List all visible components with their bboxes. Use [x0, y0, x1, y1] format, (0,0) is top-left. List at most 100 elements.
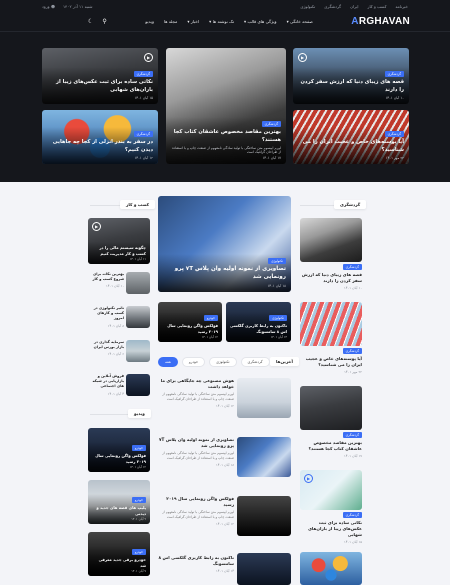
section-title-tourism[interactable]: گردشگری [334, 200, 367, 209]
business-feature[interactable]: ▶ چگونه سیستم مالی را در کسب و کار مدیری… [88, 218, 150, 264]
category-badge[interactable]: گردشگری [384, 71, 404, 78]
category-badge[interactable]: گردشگری [342, 432, 362, 438]
tourism-item-image[interactable] [300, 386, 362, 430]
tab-tech[interactable]: تکنولوژی [209, 357, 237, 367]
business-thumb[interactable] [126, 374, 150, 396]
category-badge[interactable]: خودرو [131, 497, 146, 504]
list-item-excerpt: لورم ایپسوم متن ساختگی با تولید سادگی نا… [162, 392, 234, 402]
tourism-item-image[interactable]: ▶ [300, 470, 362, 510]
business-thumb[interactable] [126, 340, 150, 362]
tourism-item-image[interactable] [300, 302, 362, 346]
category-badge[interactable]: خودرو [131, 549, 146, 556]
category-badge[interactable]: گردشگری [342, 512, 362, 518]
top-link[interactable]: ایران [350, 4, 358, 9]
tourism-item-image[interactable] [300, 552, 362, 585]
feature-article[interactable]: تکنولوژی تصاویری از نمونه اولیه وان پلاس… [158, 196, 291, 292]
hero-card-left-bottom[interactable]: گردشگری در سفر به بندر انزلی از کجا چه ج… [42, 110, 158, 164]
card-date: ۱۷ آبان ۱۴۰۱ [262, 156, 281, 160]
business-thumb[interactable] [126, 306, 150, 328]
play-icon[interactable]: ▶ [298, 53, 307, 62]
nav-item-video[interactable]: ویدیو [145, 19, 154, 24]
login-label: ورود [42, 3, 50, 9]
nav-item-home[interactable]: صفحه خانگی ▾ [287, 19, 313, 24]
hero-card-right-bottom[interactable]: گردشگری آیا پوسته‌های خاص و عجیب ایران ر… [293, 110, 409, 164]
card-title[interactable]: قصه های زیبای دنیا که ارزش سفر کردن را د… [298, 79, 405, 94]
category-badge[interactable]: گردشگری [133, 131, 153, 138]
site-logo[interactable]: ARGHAVAN [351, 16, 410, 27]
business-item-title[interactable]: بهترین نکات برای شروع کسب و کار [88, 272, 124, 282]
business-item-title[interactable]: سرمایه گذاری در بازار بورس ایران [88, 340, 124, 350]
list-item-title[interactable]: تاکنون به رابط کاربری گلکسی اس ۸ سامسونگ [158, 555, 234, 567]
video-title[interactable]: خودرو برقی جدید معرفی شد [92, 557, 146, 568]
moon-icon[interactable]: ☾ [88, 18, 93, 25]
hero-card-left-top[interactable]: ▶ گردشگری نکاتی ساده برای ثبت عکس‌های زی… [42, 48, 158, 104]
search-icon[interactable]: ⚲ [102, 18, 106, 25]
tab-all[interactable]: همه [158, 357, 178, 367]
top-link[interactable]: گردشگری [324, 4, 341, 9]
list-item-title[interactable]: هوش مصنوعی چه جایگاهی برای ما خواهد داشت [158, 378, 234, 390]
category-badge[interactable]: گردشگری [384, 131, 404, 138]
card-title[interactable]: در سفر به بندر انزلی از کجا چه جاهایی دی… [47, 139, 153, 154]
category-badge[interactable]: خودرو [203, 315, 218, 322]
play-icon[interactable]: ▶ [92, 222, 101, 231]
nav-item-news[interactable]: اخبار ▾ [187, 19, 199, 24]
video-title[interactable]: پلیپ های قصه های جدید و دیدنی [92, 505, 146, 516]
card-title[interactable]: آیا پوسته‌های خاص و عجیب ایران را می شنا… [298, 139, 404, 154]
section-title-video[interactable]: ویدیو [128, 409, 151, 418]
category-badge[interactable]: تکنولوژی [269, 315, 287, 322]
tourism-item-title[interactable]: آیا پوسته‌های خاص و عجیب ایران را می شنا… [300, 356, 362, 368]
business-item: بهترین نکات برای شروع کسب و کار ۱۰ آبان … [88, 272, 124, 288]
video-card[interactable]: خودرو فولکس واگن رونمایی سال ۲۰۱۹ رسید ۱… [88, 428, 150, 472]
tourism-item-title[interactable]: نکاتی ساده برای ثبت عکس‌های زیبا از بارا… [300, 520, 362, 538]
video-date: ۹ آبان ۱۴۰۱ [131, 517, 146, 521]
video-card[interactable]: خودرو پلیپ های قصه های جدید و دیدنی ۹ آب… [88, 480, 150, 524]
nav-item-magazines[interactable]: مجله ها [164, 19, 177, 24]
play-icon[interactable]: ▶ [144, 53, 153, 62]
business-thumb[interactable] [126, 272, 150, 294]
card-title[interactable]: نکاتی ساده برای ثبت عکس‌های زیبا از بارا… [47, 79, 153, 94]
video-card[interactable]: خودرو خودرو برقی جدید معرفی شد ۷ آبان ۱۴… [88, 532, 150, 576]
pair-title[interactable]: فولکس واگن رونمایی سال ۲۰۱۹ رسید [162, 323, 218, 334]
pair-article[interactable]: تکنولوژی تاکنون به رابط کاربری گلکسی اس … [226, 302, 291, 342]
section-title-latest[interactable]: آخرین‌ها [270, 357, 299, 366]
category-badge[interactable]: گردشگری [261, 121, 281, 128]
category-badge[interactable]: گردشگری [342, 264, 362, 270]
hero-card-right-top[interactable]: ▶ گردشگری قصه های زیبای دنیا که ارزش سفر… [293, 48, 409, 104]
pair-title[interactable]: تاکنون به رابط کاربری گلکسی اس ۸ سامسونگ [230, 323, 287, 334]
top-bar: خبرنامه کسب و کار ایران گردشگری تکنولوژی… [0, 0, 450, 12]
login-link[interactable]: ☻ ورود [42, 4, 55, 9]
top-link[interactable]: خبرنامه [395, 4, 408, 9]
list-item-image[interactable] [237, 378, 291, 418]
tab-tourism[interactable]: گردشگری [240, 357, 270, 367]
play-icon[interactable]: ▶ [304, 474, 313, 483]
category-badge[interactable]: گردشگری [342, 348, 362, 354]
business-item-title[interactable]: فروش آنلاین و بازاریابی در شبکه های اجتم… [88, 374, 124, 390]
category-badge[interactable]: گردشگری [133, 71, 153, 78]
pair-article[interactable]: خودرو فولکس واگن رونمایی سال ۲۰۱۹ رسید ۱… [158, 302, 222, 342]
list-item-image[interactable] [237, 496, 291, 536]
nav-item-features[interactable]: ویژگی های قالب ▾ [244, 19, 277, 24]
tourism-item-image[interactable] [300, 218, 362, 262]
business-item-title[interactable]: تاثیر تکنولوژی در کسب و کارهای امروز [88, 306, 124, 322]
feature-title[interactable]: تصاویری از نمونه اولیه وان پلاس ۷T پرو ر… [163, 266, 286, 282]
list-item-title[interactable]: فولکس واگن رونمایی سال ۲۰۱۹ رسید [158, 496, 234, 508]
card-caption: تکنولوژی تصاویری از نمونه اولیه وان پلاس… [158, 254, 291, 292]
top-link[interactable]: تکنولوژی [300, 4, 315, 9]
hero-card-center[interactable]: گردشگری بهترین مقاصد مخصوص عاشقان کتاب ک… [166, 48, 286, 164]
business-feature-title[interactable]: چگونه سیستم مالی را در کسب و کار مدیریت … [92, 245, 146, 256]
tab-car[interactable]: خودرو [181, 357, 206, 367]
tourism-item-title[interactable]: بهترین مقاصد مخصوص عاشقان کتاب کجا هستند… [300, 440, 362, 452]
main-nav: صفحه خانگی ▾ ویژگی های قالب ▾ تک نوشته ه… [145, 19, 313, 24]
category-badge[interactable]: تکنولوژی [268, 258, 286, 265]
nav-item-single[interactable]: تک نوشته ها ▾ [209, 19, 234, 24]
list-item-image[interactable] [237, 553, 291, 585]
top-link[interactable]: کسب و کار [368, 4, 387, 9]
video-title[interactable]: فولکس واگن رونمایی سال ۲۰۱۹ رسید [92, 453, 146, 464]
card-title[interactable]: بهترین مقاصد مخصوص عاشقان کتاب کجا هستند… [171, 129, 281, 144]
list-item-title[interactable]: تصاویری از نمونه اولیه وان پلاس ۷T پرو ر… [158, 437, 234, 449]
category-badge[interactable]: خودرو [131, 445, 146, 452]
business-item-date: ۱۰ آبان ۱۴۰۱ [106, 284, 124, 289]
section-title-business[interactable]: کسب و کار [120, 200, 156, 209]
tourism-item-title[interactable]: قصه های زیبای دنیا که ارزش سفر کردن را د… [300, 272, 362, 284]
list-item-image[interactable] [237, 437, 291, 477]
